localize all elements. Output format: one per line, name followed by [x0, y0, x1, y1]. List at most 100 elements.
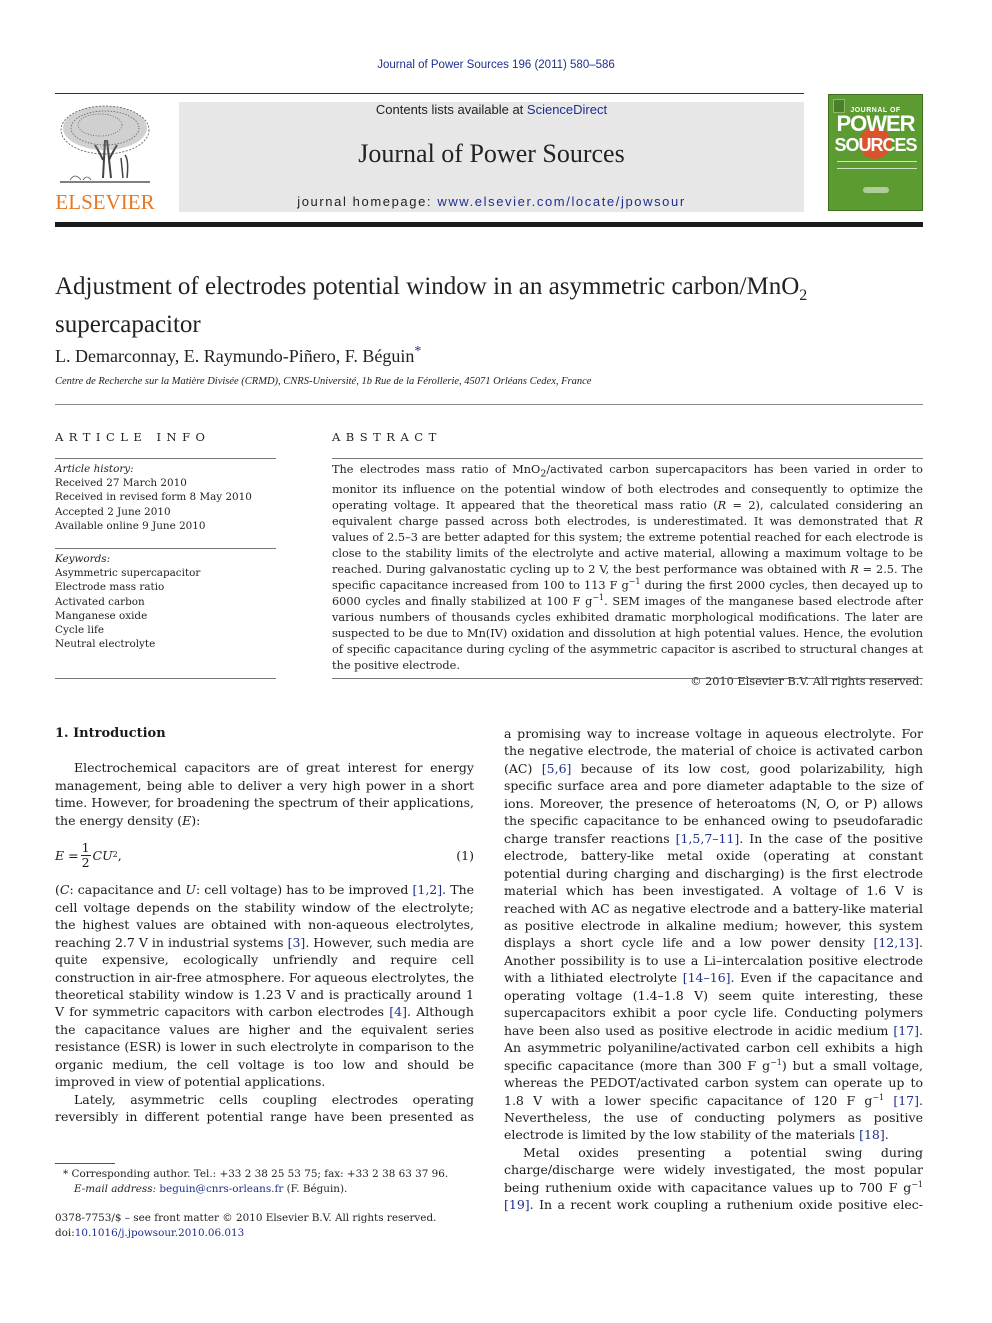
- keyword-item: Cycle life: [55, 624, 105, 637]
- footnote-divider: [55, 1163, 115, 1164]
- sciencedirect-link[interactable]: ScienceDirect: [527, 102, 607, 117]
- title-text: Adjustment of electrodes potential windo…: [55, 273, 800, 300]
- elsevier-wordmark: ELSEVIER: [55, 190, 155, 214]
- author-list: L. Demarconnay, E. Raymundo-Piñero, F. B…: [55, 344, 421, 367]
- title-text-line2: supercapacitor: [55, 311, 201, 338]
- citation-link[interactable]: [5,6]: [542, 761, 572, 776]
- keyword-item: Asymmetric supercapacitor: [55, 567, 201, 580]
- text: ):: [191, 812, 201, 828]
- footer-identifiers: 0378-7753/$ – see front matter © 2010 El…: [55, 1211, 475, 1240]
- paragraph: Electrochemical capacitors are of great …: [55, 759, 474, 829]
- denominator: 2: [81, 854, 90, 870]
- homepage-link[interactable]: www.elsevier.com/locate/jpowsour: [437, 194, 685, 209]
- abstract-segment: values of 2.5–3 are better adapted for t…: [332, 531, 923, 577]
- footnote-text: Corresponding author. Tel.: +33 2 38 25 …: [68, 1168, 449, 1180]
- text: Electrochemical capacitors are of great …: [55, 760, 474, 828]
- header-thick-rule: [55, 222, 923, 227]
- keyword-item: Electrode mass ratio: [55, 581, 165, 594]
- variable: R: [914, 515, 923, 529]
- text: Metal oxides presenting a potential swin…: [504, 1144, 923, 1195]
- history-item: Received 27 March 2010: [55, 477, 187, 490]
- cover-sources: SOURCES: [834, 135, 917, 155]
- citation-link[interactable]: [1,5,7–11]: [676, 831, 740, 846]
- citation-link[interactable]: [12,13]: [873, 935, 919, 950]
- text: : cell voltage) has to be improved: [195, 882, 413, 898]
- corresponding-author-footnote: * Corresponding author. Tel.: +33 2 38 2…: [55, 1167, 475, 1196]
- homepage-label: journal homepage:: [297, 194, 438, 209]
- citation-link[interactable]: [3]: [288, 935, 306, 950]
- history-item: Accepted 2 June 2010: [55, 505, 171, 518]
- divider: [55, 404, 923, 405]
- citation-link[interactable]: [19]: [504, 1197, 530, 1212]
- text: . In a recent work coupling a ruthenium …: [529, 1197, 923, 1213]
- text: .: [884, 1127, 889, 1143]
- article-title: Adjustment of electrodes potential windo…: [55, 272, 925, 339]
- paragraph: a promising way to increase voltage in a…: [504, 725, 923, 1144]
- journal-title: Journal of Power Sources: [358, 139, 625, 168]
- doi-link[interactable]: 10.1016/j.jpowsour.2010.06.013: [75, 1227, 245, 1239]
- divider: [332, 678, 923, 679]
- abstract-heading: ABSTRACT: [332, 430, 442, 444]
- superscript: −1: [911, 1179, 923, 1189]
- issn-line: 0378-7753/$ – see front matter © 2010 El…: [55, 1212, 437, 1224]
- superscript: −1: [770, 1057, 782, 1067]
- superscript: −1: [872, 1092, 885, 1102]
- variable: E: [182, 812, 192, 828]
- journal-homepage: journal homepage: www.elsevier.com/locat…: [179, 194, 804, 209]
- text: . In the case of the positive electrode,…: [504, 830, 923, 951]
- article-history: Article history: Received 27 March 2010 …: [55, 462, 276, 533]
- email-link[interactable]: beguin@cnrs-orleans.fr: [159, 1183, 283, 1195]
- citation-link[interactable]: [14–16]: [683, 970, 731, 985]
- text: [884, 1093, 893, 1108]
- footnote-contact: * Corresponding author. Tel.: +33 2 38 2…: [55, 1167, 475, 1182]
- authors-text: L. Demarconnay, E. Raymundo-Piñero, F. B…: [55, 346, 415, 366]
- abstract-segment: The electrodes mass ratio of MnO: [332, 463, 541, 476]
- title-subscript: 2: [799, 287, 808, 304]
- elsevier-logo[interactable]: ELSEVIER: [55, 100, 155, 215]
- citation-link[interactable]: [17]: [893, 1093, 919, 1108]
- variable: R: [717, 499, 727, 513]
- history-item: Available online 9 June 2010: [55, 519, 206, 532]
- paragraph: Lately, asymmetric cells coupling electr…: [55, 1091, 474, 1125]
- superscript: −1: [628, 577, 641, 587]
- body-column-left: 1. Introduction Electrochemical capacito…: [55, 725, 474, 1126]
- journal-cover-thumbnail[interactable]: JOURNAL OF POWER SOURCES: [828, 94, 923, 211]
- cover-subtitle: [837, 161, 917, 169]
- article-info-heading: ARTICLE INFO: [55, 430, 211, 444]
- body-column-right: a promising way to increase voltage in a…: [504, 725, 923, 1214]
- citation-link[interactable]: [4]: [389, 1004, 407, 1019]
- keyword-item: Neutral electrolyte: [55, 638, 156, 651]
- header-divider: [55, 93, 804, 94]
- divider: [55, 678, 276, 679]
- equation-expression: E = 12 CU 2,: [55, 839, 122, 870]
- eq-lhs: E =: [55, 847, 79, 863]
- contents-availability: Contents lists available at ScienceDirec…: [179, 102, 804, 117]
- citation-link[interactable]: [1,2]: [412, 882, 442, 897]
- superscript: −1: [592, 593, 605, 603]
- doi-line: doi:10.1016/j.jpowsour.2010.06.013: [55, 1226, 475, 1241]
- paragraph: (C: capacitance and U: cell voltage) has…: [55, 881, 474, 1090]
- paragraph: Metal oxides presenting a potential swin…: [504, 1144, 923, 1214]
- journal-reference[interactable]: Journal of Power Sources 196 (2011) 580–…: [0, 59, 992, 71]
- cover-power: POWER: [836, 111, 915, 136]
- eq-rhs: CU: [92, 847, 113, 863]
- keywords: Keywords: Asymmetric supercapacitor Elec…: [55, 552, 276, 651]
- divider: [55, 458, 276, 459]
- citation-link[interactable]: [18]: [859, 1127, 885, 1142]
- cover-publisher-mark: [863, 187, 889, 193]
- contents-prefix: Contents lists available at: [375, 102, 527, 117]
- footnote-email: E-mail address: beguin@cnrs-orleans.fr (…: [55, 1182, 475, 1197]
- section-heading-introduction: 1. Introduction: [55, 726, 166, 741]
- divider: [332, 458, 923, 459]
- text: : capacitance and: [69, 882, 186, 898]
- corresponding-author-link[interactable]: *: [414, 344, 421, 359]
- equation-1: E = 12 CU 2, (1): [55, 837, 474, 873]
- variable: U: [185, 882, 196, 898]
- eq-tail: ,: [117, 847, 122, 863]
- citation-link[interactable]: [17]: [893, 1023, 919, 1038]
- divider: [55, 548, 276, 549]
- keyword-item: Manganese oxide: [55, 609, 148, 622]
- elsevier-tree-icon: [60, 105, 150, 183]
- numerator: 1: [80, 839, 91, 856]
- email-suffix: (F. Béguin).: [283, 1182, 348, 1195]
